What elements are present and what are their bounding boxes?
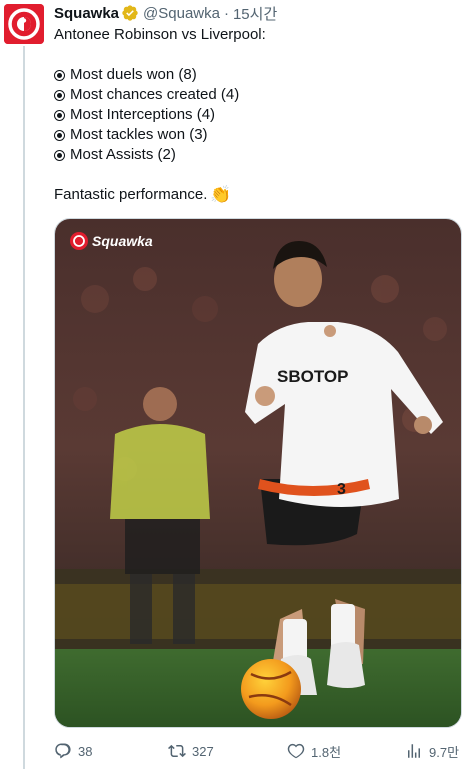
reply-count: 38 [78,743,93,759]
tweet-timestamp[interactable]: 15시간 [233,3,277,24]
stat-text: Most Interceptions (4) [70,106,216,123]
radio-bullet-icon [54,149,65,161]
outro-text: Fantastic performance. [54,186,208,203]
radio-bullet-icon [54,129,65,141]
radio-bullet-icon [54,89,65,101]
squawka-logo-icon [4,4,44,44]
repost-button[interactable]: 327 [168,740,214,762]
verified-badge-icon[interactable] [121,4,139,22]
author-display-name[interactable]: Squawka [54,5,119,22]
header-separator: · [223,4,229,22]
tweet-text: Antonee Robinson vs Liverpool: Most duel… [54,25,464,205]
heart-icon [287,743,305,759]
like-count: 1.8천 [311,744,342,760]
football-player-photo: SBOTOP 3 Squawka [55,219,461,727]
squawka-watermark: Squawka [70,232,153,250]
like-button[interactable]: 1.8천 [287,740,341,762]
stat-line: Most Assists (2) [54,145,464,165]
radio-bullet-icon [54,69,65,81]
repost-count: 327 [192,743,214,759]
watermark-text: Squawka [92,233,153,249]
tweet-intro: Antonee Robinson vs Liverpool: [54,26,266,43]
stat-line: Most Interceptions (4) [54,105,464,125]
repost-icon [168,744,186,758]
views-button[interactable]: 9.7만 [405,740,459,762]
reply-icon [55,743,71,759]
tweet-actions-bar: 38 327 1.8천 9.7만 [54,740,462,762]
author-handle[interactable]: @Squawka [143,5,220,22]
stat-line: Most tackles won (3) [54,125,464,145]
stat-line: Most duels won (8) [54,65,464,85]
tweet-media-image[interactable]: SBOTOP 3 Squawka [54,218,462,728]
stat-text: Most chances created (4) [70,86,240,103]
shirt-sponsor: SBOTOP [277,367,348,386]
shirt-number: 3 [337,481,346,498]
radio-bullet-icon [54,109,65,121]
avatar[interactable] [4,4,44,44]
stat-line: Most chances created (4) [54,85,464,105]
tweet-outro: Fantastic performance. 👏 [54,185,464,205]
reply-button[interactable]: 38 [54,740,92,762]
views-chart-icon [408,744,420,758]
clapping-hands-icon: 👏 [210,185,232,204]
stat-text: Most duels won (8) [70,66,197,83]
stat-text: Most Assists (2) [70,146,176,163]
stat-text: Most tackles won (3) [70,126,208,143]
view-count: 9.7만 [429,744,460,760]
thread-line [23,46,25,769]
tweet-header: Squawka @Squawka · 15시간 [54,3,277,23]
